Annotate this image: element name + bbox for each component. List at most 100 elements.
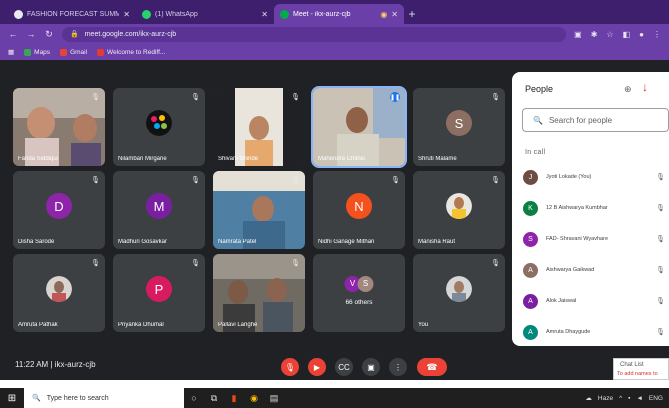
person-avatar: A xyxy=(523,262,538,278)
bookmark-label: Maps xyxy=(34,48,51,56)
participant-tile-speaking[interactable]: ❚❚ Mahendra Chitnis xyxy=(311,86,407,168)
office-icon[interactable]: ▮ xyxy=(224,388,244,408)
mic-off-icon: 🎙 xyxy=(656,267,665,274)
camera-toggle-button[interactable]: ▶ xyxy=(308,358,326,376)
rediff-icon xyxy=(97,48,105,56)
taskbar-search-input[interactable]: 🔍 Type here to search xyxy=(24,388,184,408)
person-row[interactable]: A Alok Jaiswal 🎙 xyxy=(523,291,669,311)
browser-tab-meet[interactable]: Meet - ikx-aurz-cjb ◉ ✕ xyxy=(274,4,404,24)
reload-icon[interactable]: ↻ xyxy=(44,29,54,40)
forward-icon[interactable]: → xyxy=(26,29,36,39)
new-tab-button[interactable]: + xyxy=(404,4,420,24)
person-row[interactable]: K 12 B Aishwarya Kumbhar 🎙 xyxy=(523,198,669,218)
tab-title: Meet - ikx-aurz-cjb xyxy=(293,10,351,18)
participant-tile[interactable]: 🎙 Amruta Pathak xyxy=(13,254,105,332)
system-tray: ☁ Haze ^ ▪ ◄ ENG xyxy=(585,388,663,408)
bookmark-gmail[interactable]: Gmail xyxy=(60,48,87,56)
mic-off-icon: 🎙 xyxy=(491,177,500,184)
volume-icon[interactable]: ◄ xyxy=(636,395,642,402)
bookmark-rediff[interactable]: Welcome to Rediff... xyxy=(97,48,166,56)
participant-name: Nidhi Ganage Mithari xyxy=(318,239,375,245)
address-bar[interactable]: 🔒 meet.google.com/ikx-aurz-cjb xyxy=(62,26,567,42)
photos-icon[interactable]: ▤ xyxy=(264,388,284,408)
participant-tile[interactable]: 🎙 Shivani Shinde xyxy=(213,88,305,166)
tab-close-icon[interactable]: ✕ xyxy=(391,10,398,19)
others-count: 66 others xyxy=(345,299,373,307)
participant-name: Madhuri Gosavkar xyxy=(118,239,168,245)
tab-title: (1) WhatsApp xyxy=(155,10,198,18)
browser-tab-fashion[interactable]: FASHION FORECAST SUMMER 2 ✕ xyxy=(8,4,136,24)
self-tile[interactable]: 🎙 You xyxy=(413,254,505,332)
more-options-button[interactable]: ⋮ xyxy=(389,358,407,376)
cortana-icon[interactable]: ○ xyxy=(184,388,204,408)
person-row[interactable]: A Aishwarya Gaikwad 🎙 xyxy=(523,260,669,280)
chrome-icon[interactable]: ◉ xyxy=(244,388,264,408)
person-name: FAD- Shravani Wyavhare xyxy=(546,236,609,242)
people-search-input[interactable]: 🔍 Search for people xyxy=(522,108,669,132)
language-indicator[interactable]: ENG xyxy=(649,395,663,402)
person-name: Amruta Dhaygude xyxy=(546,329,591,335)
participant-name: Farida Siddiqui xyxy=(18,156,59,162)
others-tile[interactable]: V S 66 others xyxy=(313,254,405,332)
meet-icon xyxy=(280,9,289,19)
mic-off-icon: 🎙 xyxy=(291,177,300,184)
participant-name: Manisha Raut xyxy=(418,239,456,245)
browser-tab-whatsapp[interactable]: (1) WhatsApp ✕ xyxy=(136,4,274,24)
mic-off-icon: 🎙 xyxy=(191,94,200,101)
bookmark-maps[interactable]: Maps xyxy=(24,48,51,56)
star-icon[interactable]: ☆ xyxy=(606,30,613,39)
puzzle-icon[interactable]: ◧ xyxy=(623,30,631,39)
participant-tile[interactable]: 🎙 Farida Siddiqui xyxy=(13,88,105,166)
url-text: meet.google.com/ikx-aurz-cjb xyxy=(84,30,177,38)
person-row[interactable]: J Jyoti Lokade (You) 🎙 xyxy=(523,167,669,187)
tray-chevron-icon[interactable]: ^ xyxy=(619,395,622,402)
profile-photo xyxy=(146,110,172,137)
participant-tile[interactable]: 🎙 Pallavi Langhe xyxy=(213,254,305,332)
participant-tile[interactable]: 🎙 Nilambari Mirgane xyxy=(113,88,205,166)
profile-icon[interactable]: ● xyxy=(639,30,644,39)
bookmark-label: Welcome to Rediff... xyxy=(107,48,166,56)
captions-button[interactable]: CC xyxy=(335,358,353,376)
task-view-icon[interactable]: ⧉ xyxy=(204,388,224,408)
camera-icon[interactable]: ▣ xyxy=(574,30,582,39)
participant-tile[interactable]: S 🎙 Shruti Malame xyxy=(413,88,505,166)
back-icon[interactable]: ← xyxy=(8,29,18,39)
apps-icon[interactable]: ▦ xyxy=(8,48,14,56)
participant-tile[interactable]: P 🎙 Priyanka Dhumal xyxy=(113,254,205,332)
present-button[interactable]: ▣ xyxy=(362,358,380,376)
participant-tile[interactable]: N 🎙 Nidhi Ganage Mithari xyxy=(313,171,405,249)
letter-avatar: S xyxy=(446,110,472,137)
letter-avatar: D xyxy=(46,193,72,220)
person-avatar: S xyxy=(523,231,538,247)
participant-tile[interactable]: D 🎙 Disha Sarode xyxy=(13,171,105,249)
menu-icon[interactable]: ⋮ xyxy=(653,30,661,39)
chat-notification[interactable]: Chat List To add names to xyxy=(613,358,669,380)
person-row[interactable]: A Amruta Dhaygude 🎙 xyxy=(523,322,669,342)
person-name: Jyoti Lokade (You) xyxy=(546,174,592,180)
participant-tile[interactable]: M 🎙 Madhuri Gosavkar xyxy=(113,171,205,249)
weather-icon[interactable]: ☁ xyxy=(585,394,592,402)
participant-name: Shruti Malame xyxy=(418,156,457,162)
chat-toast-text: To add names to xyxy=(617,371,658,377)
tab-close-icon[interactable]: ✕ xyxy=(123,10,130,19)
tab-favicon-icon xyxy=(14,9,23,19)
browser-toolbar: ← → ↻ 🔒 meet.google.com/ikx-aurz-cjb ▣ ✱… xyxy=(0,24,669,44)
mic-toggle-button[interactable]: 🎙 xyxy=(281,358,299,376)
participant-tile[interactable]: 🎙 Namrata Patel xyxy=(213,171,305,249)
tab-close-icon[interactable]: ✕ xyxy=(261,10,268,19)
add-person-icon[interactable]: ⊕ xyxy=(624,84,632,95)
audio-playing-icon[interactable]: ◉ xyxy=(380,10,387,19)
participant-tile[interactable]: 🎙 Manisha Raut xyxy=(413,171,505,249)
search-placeholder: Search for people xyxy=(548,115,613,125)
person-name: Aishwarya Gaikwad xyxy=(546,267,595,273)
network-icon[interactable]: ▪ xyxy=(628,395,630,402)
mic-off-icon: 🎙 xyxy=(391,177,400,184)
mic-off-icon: 🎙 xyxy=(656,236,665,243)
lock-icon[interactable]: 🔒 xyxy=(70,30,79,38)
participant-name: Disha Sarode xyxy=(18,239,55,245)
person-row[interactable]: S FAD- Shravani Wyavhare 🎙 xyxy=(523,229,669,249)
windows-start-icon[interactable]: ⊞ xyxy=(0,388,24,408)
search-icon: 🔍 xyxy=(32,395,41,402)
extension-icon[interactable]: ✱ xyxy=(591,30,598,39)
leave-call-button[interactable]: ☎ xyxy=(417,358,447,376)
